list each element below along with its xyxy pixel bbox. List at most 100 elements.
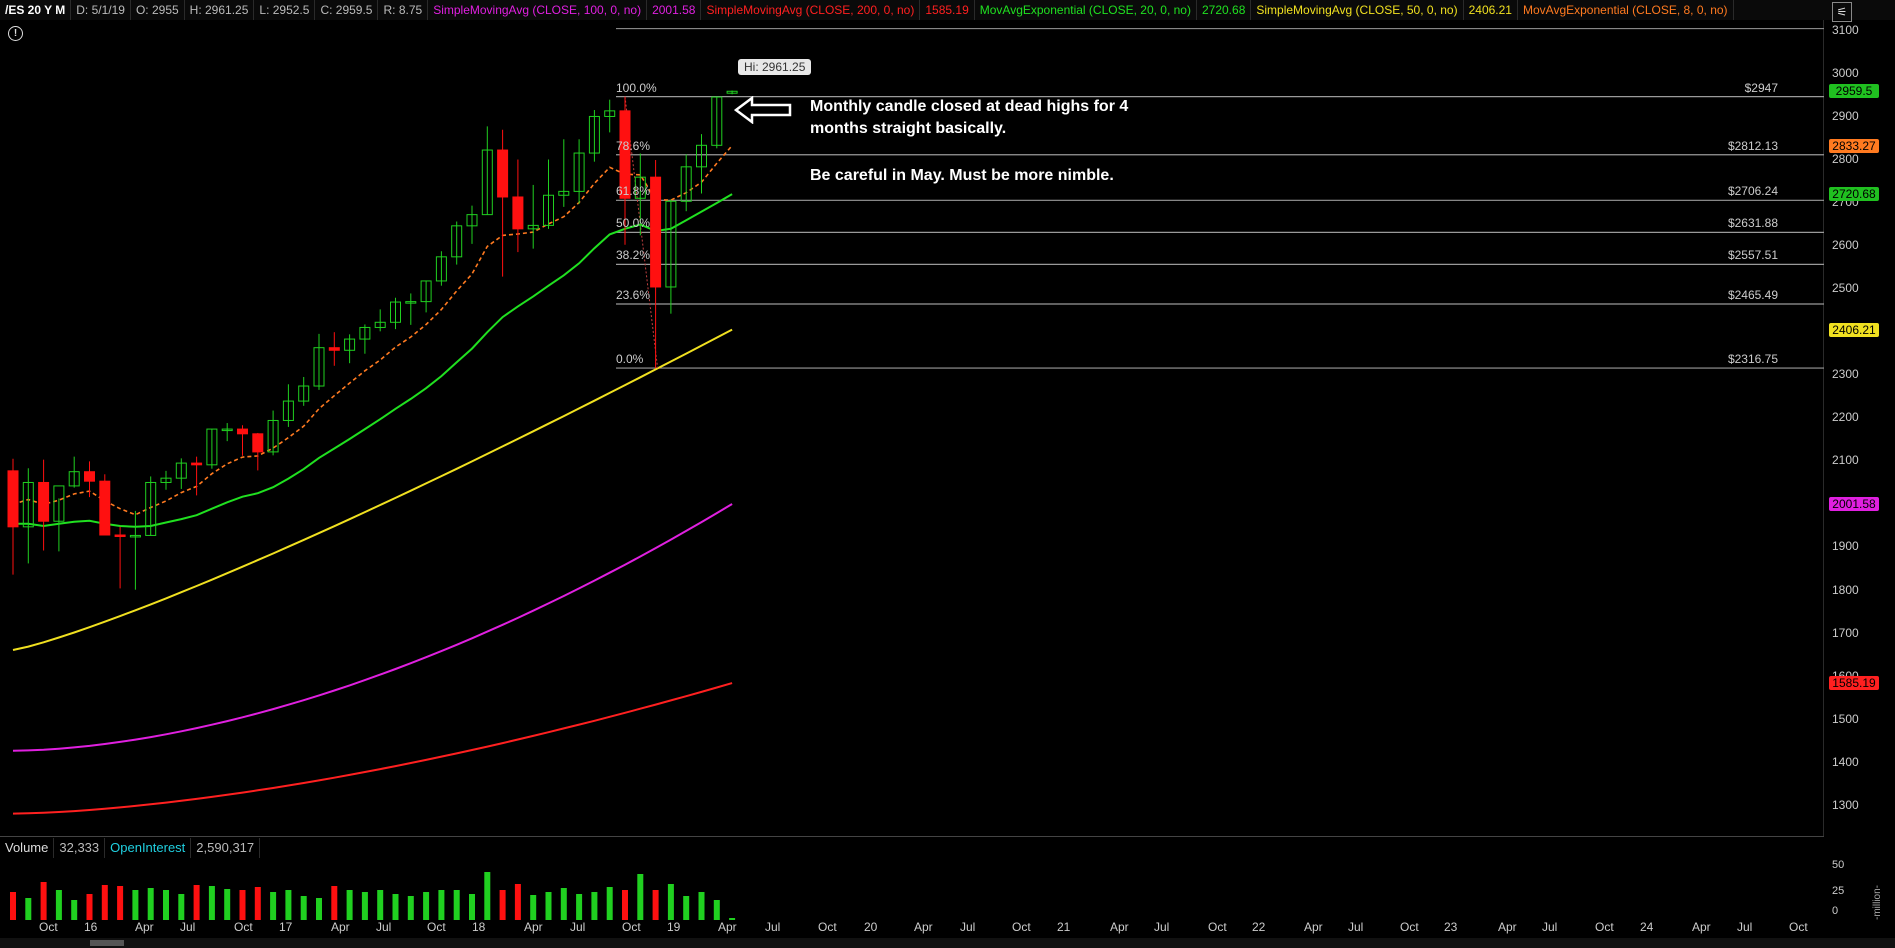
study-sma200-label[interactable]: SimpleMovingAvg (CLOSE, 200, 0, no) <box>701 0 921 20</box>
study-sma50-label[interactable]: SimpleMovingAvg (CLOSE, 50, 0, no) <box>1251 0 1464 20</box>
price-axis-tick: 2800 <box>1832 151 1859 166</box>
annotation-line-1[interactable]: Monthly candle closed at dead highs for … <box>810 96 1128 118</box>
fib-level-price: $2465.49 <box>1727 287 1778 302</box>
volume-bar <box>392 894 399 920</box>
volume-bar <box>484 872 491 920</box>
open-interest-value: 2,590,317 <box>191 838 261 858</box>
horizontal-scrollbar[interactable] <box>0 938 1895 948</box>
fib-level-label: 50.0% <box>616 216 651 231</box>
time-axis-tick: Oct <box>234 920 253 934</box>
volume-bar <box>285 890 292 920</box>
candle-body <box>237 428 248 435</box>
bar-close: C: 2959.5 <box>315 0 379 20</box>
volume-bar <box>208 886 215 920</box>
price-axis-tick: 2200 <box>1832 410 1859 425</box>
time-axis-tick: 24 <box>1640 920 1654 934</box>
time-axis-tick: Jul <box>1542 920 1558 934</box>
volume-bar <box>453 890 460 920</box>
study-sma100-label[interactable]: SimpleMovingAvg (CLOSE, 100, 0, no) <box>428 0 648 20</box>
time-axis-tick: Apr <box>1304 920 1323 934</box>
volume-scale-tick: 0 <box>1832 905 1839 917</box>
price-axis-tick: 1300 <box>1832 797 1859 812</box>
volume-bar <box>40 882 47 920</box>
candle-body <box>650 176 662 288</box>
volume-scale-tick: 50 <box>1832 859 1845 871</box>
bar-high: H: 2961.25 <box>185 0 255 20</box>
sma200-value-tag: 1585.19 <box>1829 676 1879 691</box>
volume-bar <box>576 894 583 920</box>
study-sma100-value: 2001.58 <box>647 0 702 20</box>
volume-bar <box>361 892 368 920</box>
fib-level-price: $2812.13 <box>1727 138 1778 153</box>
open-interest-label[interactable]: OpenInterest <box>105 838 192 858</box>
time-axis-tick: Oct <box>39 920 58 934</box>
time-axis-tick: Apr <box>331 920 350 934</box>
time-axis-tick: Oct <box>622 920 641 934</box>
volume-bar <box>423 892 430 920</box>
volume-bar <box>346 890 353 920</box>
volume-bar <box>163 890 169 920</box>
fib-level-price: $2316.75 <box>1727 352 1778 367</box>
volume-bar <box>667 884 674 920</box>
volume-bar <box>10 892 16 920</box>
fib-level-price: $2947 <box>1744 80 1778 95</box>
candle-body <box>252 433 264 453</box>
time-axis-tick: 18 <box>472 920 486 934</box>
time-axis-tick: 19 <box>667 920 681 934</box>
volume-bar <box>713 900 720 920</box>
scrollbar-thumb[interactable] <box>90 940 124 946</box>
volume-bar <box>224 889 231 920</box>
time-axis-tick: Jul <box>1154 920 1170 934</box>
time-axis-tick: Apr <box>1498 920 1517 934</box>
high-bubble: Hi: 2961.25 <box>738 59 812 75</box>
volume-bar <box>55 890 62 920</box>
chart-settings-icon[interactable]: ⚟ <box>1832 2 1852 22</box>
annotation-line-3[interactable]: Be careful in May. Must be more nimble. <box>810 165 1114 187</box>
volume-value: 32,333 <box>54 838 106 858</box>
symbol-label[interactable]: /ES 20 Y M <box>0 0 72 20</box>
fib-level-label: 0.0% <box>616 352 644 367</box>
volume-bar <box>530 895 537 920</box>
fib-level-label: 78.6% <box>616 138 651 153</box>
fib-level-label: 61.8% <box>616 184 651 199</box>
study-ema20-label[interactable]: MovAvgExponential (CLOSE, 20, 0, no) <box>975 0 1197 20</box>
price-chart[interactable] <box>0 20 1824 836</box>
fib-level-label: 38.2% <box>616 248 651 263</box>
fib-level-price: $2557.51 <box>1727 248 1778 263</box>
time-axis-tick: Jul <box>570 920 586 934</box>
fib-level-price: $2706.24 <box>1727 184 1778 199</box>
volume-label[interactable]: Volume <box>0 838 55 858</box>
volume-bar <box>698 892 705 920</box>
time-axis-tick: 17 <box>279 920 293 934</box>
bar-low: L: 2952.5 <box>254 0 316 20</box>
annotation-line-2[interactable]: months straight basically. <box>810 118 1006 140</box>
study-sma200-value: 1585.19 <box>920 0 975 20</box>
bar-open: O: 2955 <box>131 0 185 20</box>
volume-bar <box>254 887 261 920</box>
volume-scale-tick: 25 <box>1832 885 1845 897</box>
study-ema8-label[interactable]: MovAvgExponential (CLOSE, 8, 0, no) <box>1518 0 1734 20</box>
volume-bar <box>652 890 659 920</box>
volume-bar <box>683 896 690 920</box>
study-header-bar: /ES 20 Y M D: 5/1/19 O: 2955 H: 2961.25 … <box>0 0 1895 20</box>
time-axis-tick: Apr <box>914 920 933 934</box>
time-axis-tick: Oct <box>818 920 837 934</box>
volume-bar <box>270 892 277 920</box>
time-axis-tick: Apr <box>718 920 737 934</box>
arrow-left-icon[interactable] <box>734 96 794 124</box>
price-axis-tick: 2500 <box>1832 281 1859 296</box>
volume-bar <box>499 890 506 920</box>
candle-body <box>191 462 203 466</box>
price-axis-tick: 1700 <box>1832 625 1859 640</box>
study-ema20-value: 2720.68 <box>1197 0 1252 20</box>
time-axis-tick: 23 <box>1444 920 1458 934</box>
time-axis-tick: Jul <box>1737 920 1753 934</box>
ema8-value-tag: 2833.27 <box>1829 138 1879 153</box>
volume-bar <box>300 896 307 920</box>
volume-bar <box>71 900 78 920</box>
price-axis-tick: 1800 <box>1832 582 1859 597</box>
time-axis-tick: Apr <box>1692 920 1711 934</box>
volume-bar <box>239 890 246 920</box>
candle-body <box>512 196 524 230</box>
time-axis-tick: Oct <box>1595 920 1614 934</box>
